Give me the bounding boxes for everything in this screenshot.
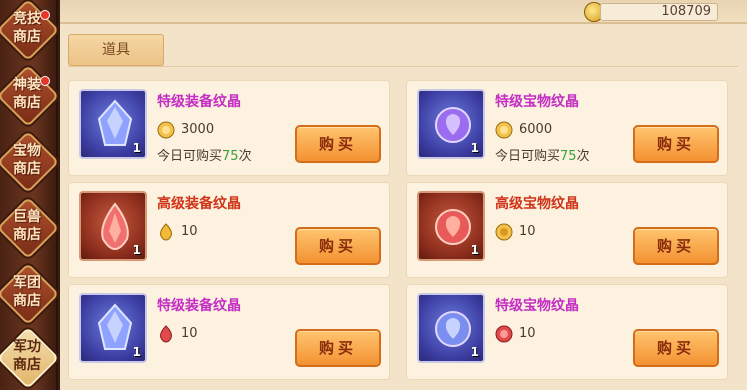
sidebar-item-treasure-shop[interactable]: 宝物 商店	[0, 130, 60, 194]
crystal-orb-icon	[435, 311, 471, 347]
currency-bar: 108709	[60, 0, 747, 24]
shop-item-card: 1 特级宝物纹晶 6000 今日可购买75次 购买	[406, 80, 728, 176]
sidebar-item-arena-shop[interactable]: 竞技 商店	[0, 0, 60, 62]
gold-amount: 108709	[600, 3, 718, 21]
item-price: 10	[519, 224, 536, 239]
tab-items[interactable]: 道具	[68, 34, 164, 66]
buy-button[interactable]: 购买	[295, 329, 381, 367]
item-name: 高级装备纹晶	[157, 196, 241, 212]
buy-button[interactable]: 购买	[295, 125, 381, 163]
item-icon-frame: 1	[79, 191, 147, 261]
item-price: 10	[181, 224, 198, 239]
red-crystal-icon	[101, 202, 129, 251]
buy-button[interactable]: 购买	[633, 329, 719, 367]
item-price: 10	[519, 326, 536, 341]
item-icon-frame: 1	[79, 89, 147, 159]
shop-item-card: 1 特级装备纹晶 3000 今日可购买75次 购买	[68, 80, 390, 176]
divider	[68, 66, 738, 67]
item-name: 特级装备纹晶	[157, 94, 241, 110]
item-price: 3000	[181, 122, 215, 137]
shop-sidebar: 竞技 商店 神装 商店 宝物 商店 巨兽 商店 军团 商店 军功 商店	[0, 0, 60, 390]
sidebar-item-divine-gear-shop[interactable]: 神装 商店	[0, 64, 60, 128]
shop-item-card: 1 高级宝物纹晶 10 购买	[406, 182, 728, 278]
gold-gem-icon	[160, 223, 172, 241]
item-icon-frame: 1	[417, 191, 485, 261]
item-name: 特级宝物纹晶	[495, 94, 579, 110]
purchase-limit: 今日可购买75次	[157, 149, 252, 164]
item-name: 特级宝物纹晶	[495, 298, 579, 314]
crystal-orb-icon	[435, 107, 471, 143]
item-name: 高级宝物纹晶	[495, 196, 579, 212]
sidebar-item-merit-shop[interactable]: 军功 商店	[0, 326, 60, 390]
buy-button[interactable]: 购买	[295, 227, 381, 265]
shop-item-card: 1 特级宝物纹晶 10 购买	[406, 284, 728, 380]
shop-item-card: 1 高级装备纹晶 10 购买	[68, 182, 390, 278]
gold-coin-icon	[495, 121, 513, 139]
sidebar-item-beast-shop[interactable]: 巨兽 商店	[0, 196, 60, 260]
item-price: 6000	[519, 122, 553, 137]
gold-medal-icon	[495, 223, 513, 241]
shop-panel: 108709 道具 1 特级装备纹晶 3000 今日可购买75次 购买 1 特级…	[60, 0, 747, 390]
item-price: 10	[181, 326, 198, 341]
gold-coin-icon	[157, 121, 175, 139]
red-gem-icon	[495, 325, 513, 343]
item-icon-frame: 1	[417, 89, 485, 159]
sidebar-item-legion-shop[interactable]: 军团 商店	[0, 262, 60, 326]
shop-item-card: 1 特级装备纹晶 10 购买	[68, 284, 390, 380]
notification-dot	[40, 10, 50, 20]
item-icon-frame: 1	[417, 293, 485, 363]
crystal-icon	[97, 99, 133, 146]
buy-button[interactable]: 购买	[633, 125, 719, 163]
item-icon-frame: 1	[79, 293, 147, 363]
item-name: 特级装备纹晶	[157, 298, 241, 314]
red-crystal-orb-icon	[435, 209, 471, 245]
crystal-icon	[97, 303, 133, 350]
notification-dot	[40, 76, 50, 86]
red-gem-icon	[160, 325, 172, 343]
purchase-limit: 今日可购买75次	[495, 149, 590, 164]
buy-button[interactable]: 购买	[633, 227, 719, 265]
